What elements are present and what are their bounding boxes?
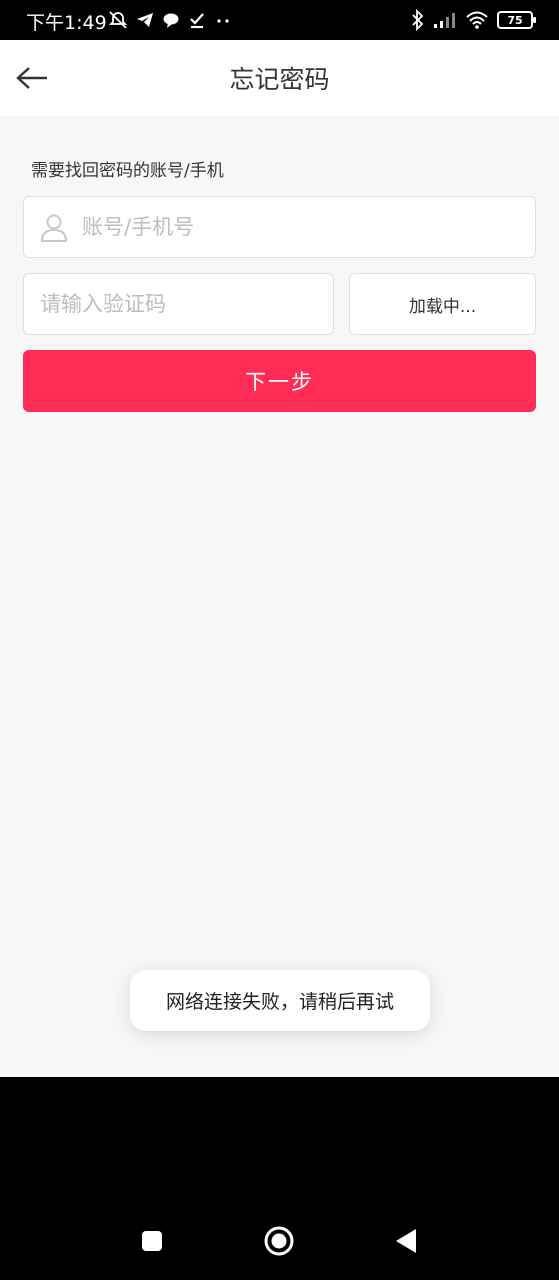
more-dots-icon bbox=[217, 19, 229, 23]
bluetooth-icon bbox=[412, 9, 424, 31]
home-icon bbox=[264, 1226, 294, 1256]
status-bar: 下午1:49 75 bbox=[0, 0, 559, 40]
status-time: 下午1:49 bbox=[26, 12, 107, 34]
telegram-icon bbox=[137, 13, 153, 27]
alarm-off-icon bbox=[108, 11, 128, 29]
section-label: 需要找回密码的账号/手机 bbox=[31, 161, 224, 181]
next-step-button[interactable]: 下一步 bbox=[23, 350, 536, 412]
status-notification-icons bbox=[108, 10, 232, 30]
home-button[interactable] bbox=[262, 1224, 296, 1258]
recent-apps-icon bbox=[142, 1231, 162, 1251]
toast-message: 网络连接失败，请稍后再试 bbox=[130, 970, 430, 1031]
account-field bbox=[23, 196, 536, 258]
user-icon bbox=[40, 214, 68, 242]
back-triangle-icon bbox=[396, 1229, 416, 1253]
battery-level: 75 bbox=[507, 13, 523, 27]
signal-icon bbox=[434, 13, 455, 28]
verification-code-field bbox=[23, 273, 334, 335]
verification-code-input[interactable] bbox=[40, 274, 320, 334]
app-screen: 忘记密码 需要找回密码的账号/手机 加载中... 下一步 网络连接失败，请稍后再… bbox=[0, 40, 559, 1077]
page-title: 忘记密码 bbox=[229, 65, 330, 94]
recent-apps-button[interactable] bbox=[138, 1227, 166, 1255]
get-code-button[interactable]: 加载中... bbox=[349, 273, 536, 335]
back-nav-button[interactable] bbox=[392, 1227, 420, 1255]
wifi-icon bbox=[466, 11, 488, 29]
top-bar: 忘记密码 bbox=[0, 40, 559, 116]
chat-bubble-icon bbox=[163, 13, 179, 28]
status-system-icons: 75 bbox=[411, 9, 536, 31]
download-done-icon bbox=[190, 13, 204, 29]
account-input[interactable] bbox=[82, 197, 522, 257]
battery-icon: 75 bbox=[497, 11, 536, 29]
system-nav-bar bbox=[0, 1077, 559, 1280]
